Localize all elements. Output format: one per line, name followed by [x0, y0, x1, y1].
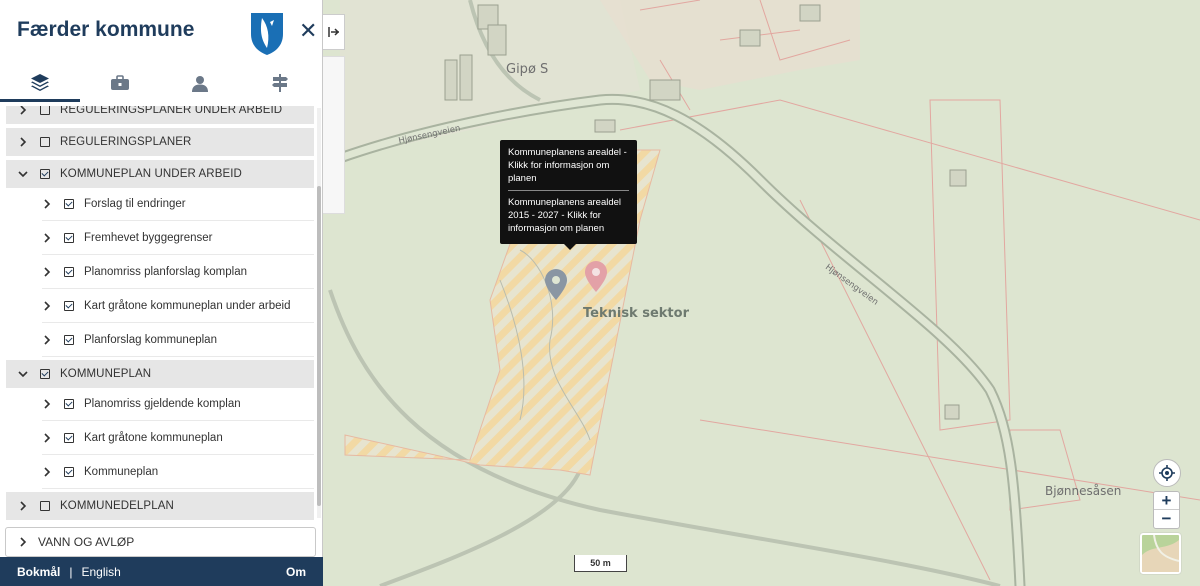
layer-item[interactable]: Fremhevet byggegrenser [42, 222, 314, 255]
signpost-icon [272, 74, 288, 92]
chevron-down-icon [18, 171, 28, 178]
place-label-teknisk-sektor: Teknisk sektor [583, 306, 689, 321]
pin-collapse-icon [327, 27, 339, 37]
checkbox-checked[interactable] [40, 369, 50, 379]
toolbox-icon [111, 75, 129, 90]
chevron-right-icon [44, 399, 51, 409]
basemap-switcher[interactable] [1140, 533, 1181, 574]
tooltip-arrow [564, 244, 576, 250]
layer-group-reguleringsplaner-under-arbeid[interactable]: REGULERINGSPLANER UNDER ARBEID [6, 106, 314, 124]
tab-layers[interactable] [0, 64, 80, 102]
category-label: VANN OG AVLØP [38, 535, 135, 549]
tab-tools[interactable] [80, 64, 160, 102]
category-vann-og-avlop[interactable]: VANN OG AVLØP [5, 527, 316, 557]
layer-group-label: KOMMUNEPLAN [60, 368, 152, 380]
checkbox-checked[interactable] [64, 301, 74, 311]
checkbox-checked[interactable] [40, 169, 50, 179]
chevron-right-icon [44, 335, 51, 345]
layer-item[interactable]: Planforslag kommuneplan [42, 324, 314, 357]
locate-button[interactable] [1153, 459, 1181, 487]
municipality-logo [251, 13, 283, 55]
close-sidebar-button[interactable]: ✕ [299, 20, 317, 42]
checkbox-checked[interactable] [64, 233, 74, 243]
checkbox-checked[interactable] [64, 433, 74, 443]
sidebar-tabs [0, 64, 323, 104]
tooltip-divider [508, 190, 629, 191]
layer-group-reguleringsplaner[interactable]: REGULERINGSPLANER [6, 128, 314, 156]
layer-item-label: Planomriss planforslag komplan [84, 266, 247, 278]
tab-directions[interactable] [240, 64, 320, 102]
chevron-right-icon [44, 267, 51, 277]
layer-item[interactable]: Planomriss gjeldende komplan [42, 388, 314, 421]
checkbox-checked[interactable] [64, 199, 74, 209]
layer-group-label: REGULERINGSPLANER UNDER ARBEID [60, 106, 283, 116]
checkbox[interactable] [40, 106, 50, 115]
layer-item[interactable]: Kart gråtone kommuneplan [42, 422, 314, 455]
layer-item-label: Planforslag kommuneplan [84, 334, 217, 346]
chevron-down-icon [18, 371, 28, 378]
footer-bar: Bokmål | English Om [0, 557, 323, 586]
minimap-thumbnail [1142, 534, 1180, 572]
zoom-control: + − [1153, 491, 1180, 529]
layer-item[interactable]: Planomriss planforslag komplan [42, 256, 314, 289]
about-link[interactable]: Om [286, 565, 306, 579]
layer-item[interactable]: Kart gråtone kommuneplan under arbeid [42, 290, 314, 323]
user-icon [192, 75, 208, 92]
layer-item-label: Kommuneplan [84, 466, 159, 478]
zoom-in-button[interactable]: + [1154, 491, 1179, 510]
chevron-right-icon [44, 233, 51, 243]
layers-icon [31, 73, 49, 91]
language-bokmal[interactable]: Bokmål [17, 565, 60, 579]
layer-list: REGULERINGSPLANER UNDER ARBEID REGULERIN… [6, 106, 316, 524]
zoom-out-button[interactable]: − [1154, 509, 1179, 528]
secondary-panel-edge [323, 56, 345, 214]
layer-group-kommuneplan[interactable]: KOMMUNEPLAN [6, 360, 314, 388]
chevron-right-icon [20, 106, 27, 115]
chevron-right-icon [44, 433, 51, 443]
layer-item-label: Forslag til endringer [84, 198, 186, 210]
tooltip-line-1[interactable]: Kommuneplanens arealdel - Klikk for info… [508, 146, 629, 185]
chevron-right-icon [20, 537, 27, 547]
layer-group-label: KOMMUNEDELPLAN [60, 500, 174, 512]
crosshair-icon [1159, 465, 1175, 481]
scale-bar: 50 m [574, 555, 627, 572]
layer-item-label: Kart gråtone kommuneplan [84, 432, 223, 444]
layer-group-kommuneplan-under-arbeid[interactable]: KOMMUNEPLAN UNDER ARBEID [6, 160, 314, 188]
layer-item-label: Planomriss gjeldende komplan [84, 398, 241, 410]
tooltip-line-2[interactable]: Kommuneplanens arealdel 2015 - 2027 - Kl… [508, 196, 629, 235]
layer-item[interactable]: Kommuneplan [42, 456, 314, 489]
place-label-bjonnesasen: Bjønnesåsen [1045, 484, 1122, 498]
plan-tooltip[interactable]: Kommuneplanens arealdel - Klikk for info… [500, 140, 637, 244]
chevron-right-icon [20, 137, 27, 147]
checkbox-checked[interactable] [64, 467, 74, 477]
layer-item-label: Fremhevet byggegrenser [84, 232, 213, 244]
checkbox[interactable] [40, 137, 50, 147]
checkbox[interactable] [40, 501, 50, 511]
place-label-gipo: Gipø S [506, 62, 549, 77]
checkbox-checked[interactable] [64, 399, 74, 409]
layer-group-kommunedelplan[interactable]: KOMMUNEDELPLAN [6, 492, 314, 520]
sidebar: Færder kommune ✕ REGULERINGSPLANER UNDER… [0, 0, 323, 586]
checkbox-checked[interactable] [64, 267, 74, 277]
chevron-right-icon [44, 199, 51, 209]
layer-item-label: Kart gråtone kommuneplan under arbeid [84, 300, 291, 312]
checkbox-checked[interactable] [64, 335, 74, 345]
chevron-right-icon [44, 467, 51, 477]
collapse-panel-button[interactable] [323, 14, 345, 50]
layer-group-label: KOMMUNEPLAN UNDER ARBEID [60, 168, 242, 180]
scrollbar-thumb[interactable] [317, 186, 321, 506]
layer-item[interactable]: Forslag til endringer [42, 188, 314, 221]
chevron-right-icon [44, 301, 51, 311]
app-title: Færder kommune [17, 18, 195, 41]
layer-group-label: REGULERINGSPLANER [60, 136, 192, 148]
language-english[interactable]: English [81, 565, 120, 579]
language-separator: | [69, 564, 73, 579]
tab-user[interactable] [160, 64, 240, 102]
chevron-right-icon [20, 501, 27, 511]
